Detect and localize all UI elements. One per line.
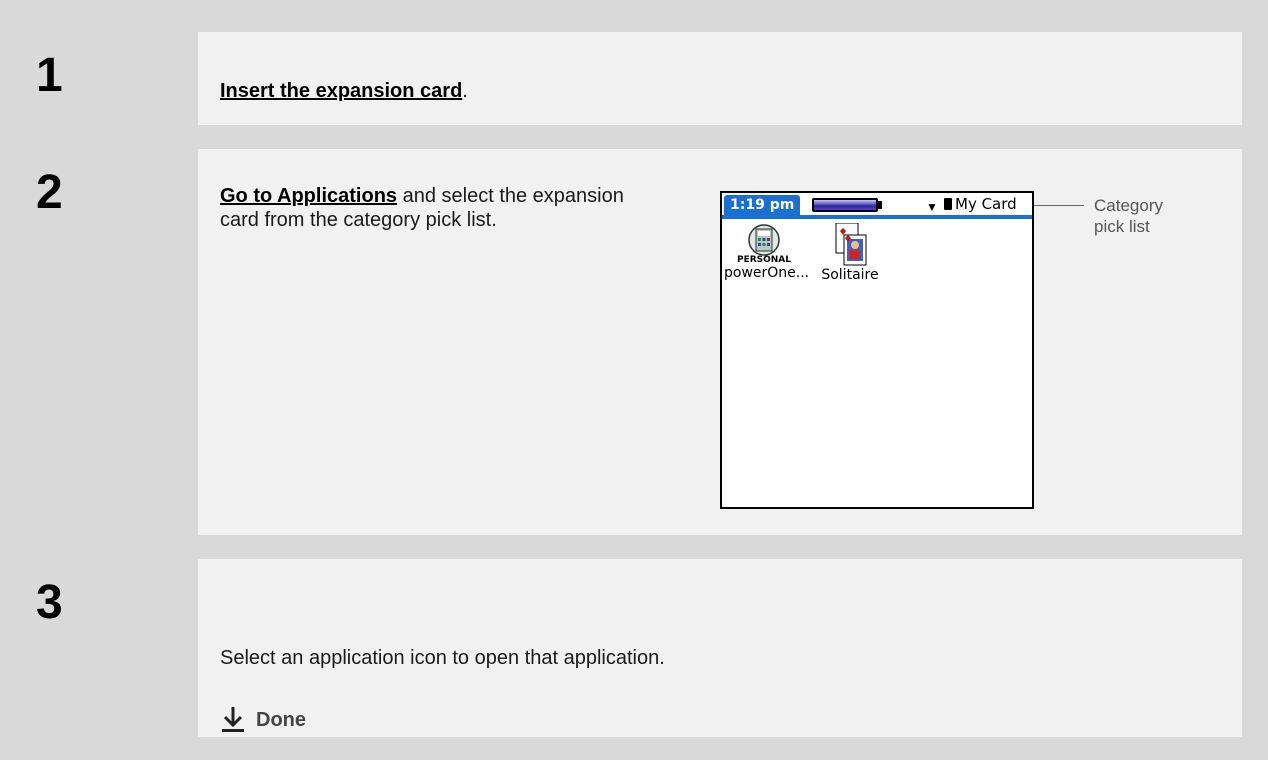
- card-icon: [944, 198, 952, 210]
- step-number-2: 2: [36, 166, 63, 219]
- step-1-panel: Insert the expansion card.: [198, 32, 1242, 125]
- callout-line2: pick list: [1094, 217, 1150, 236]
- dropdown-arrow-icon[interactable]: ▼: [926, 200, 938, 214]
- step-3-text: Select an application icon to open that …: [220, 647, 665, 669]
- step-1-suffix: .: [462, 80, 468, 102]
- step-number-3: 3: [36, 576, 63, 629]
- clock[interactable]: 1:19 pm: [724, 195, 801, 215]
- playing-card-icon: [835, 223, 867, 266]
- calculator-icon: [748, 224, 780, 256]
- down-arrow-icon: [222, 707, 244, 732]
- step-2-panel: Go to Applications and select the expans…: [198, 149, 1242, 535]
- step-1-text: Insert the expansion card.: [220, 79, 468, 103]
- category-pick-list[interactable]: My Card: [955, 195, 1017, 213]
- battery-icon: [812, 198, 878, 212]
- app-solitaire[interactable]: Solitaire: [810, 223, 890, 283]
- step-number-1: 1: [36, 49, 63, 102]
- app-label: Solitaire: [821, 267, 879, 283]
- done-label: Done: [256, 708, 306, 731]
- app-sublabel: PERSONAL: [736, 255, 792, 265]
- device-titlebar: 1:19 pm ▼ My Card: [722, 193, 1032, 219]
- battery-tip-icon: [878, 201, 882, 209]
- callout-line: [1034, 205, 1084, 206]
- insert-card-link[interactable]: Insert the expansion card: [220, 80, 462, 102]
- go-to-applications-link[interactable]: Go to Applications: [220, 185, 397, 207]
- device-screen: 1:19 pm ▼ My Card PERSONAL powerOne... S…: [720, 191, 1034, 509]
- step-2-text: Go to Applications and select the expans…: [220, 184, 650, 232]
- step-3-panel: Select an application icon to open that …: [198, 559, 1242, 737]
- app-powerone[interactable]: PERSONAL powerOne...: [724, 223, 809, 281]
- app-label: powerOne...: [724, 265, 810, 281]
- callout-category-pick-list: Category pick list: [1094, 195, 1163, 237]
- callout-line1: Category: [1094, 196, 1163, 215]
- done-marker: Done: [222, 707, 306, 733]
